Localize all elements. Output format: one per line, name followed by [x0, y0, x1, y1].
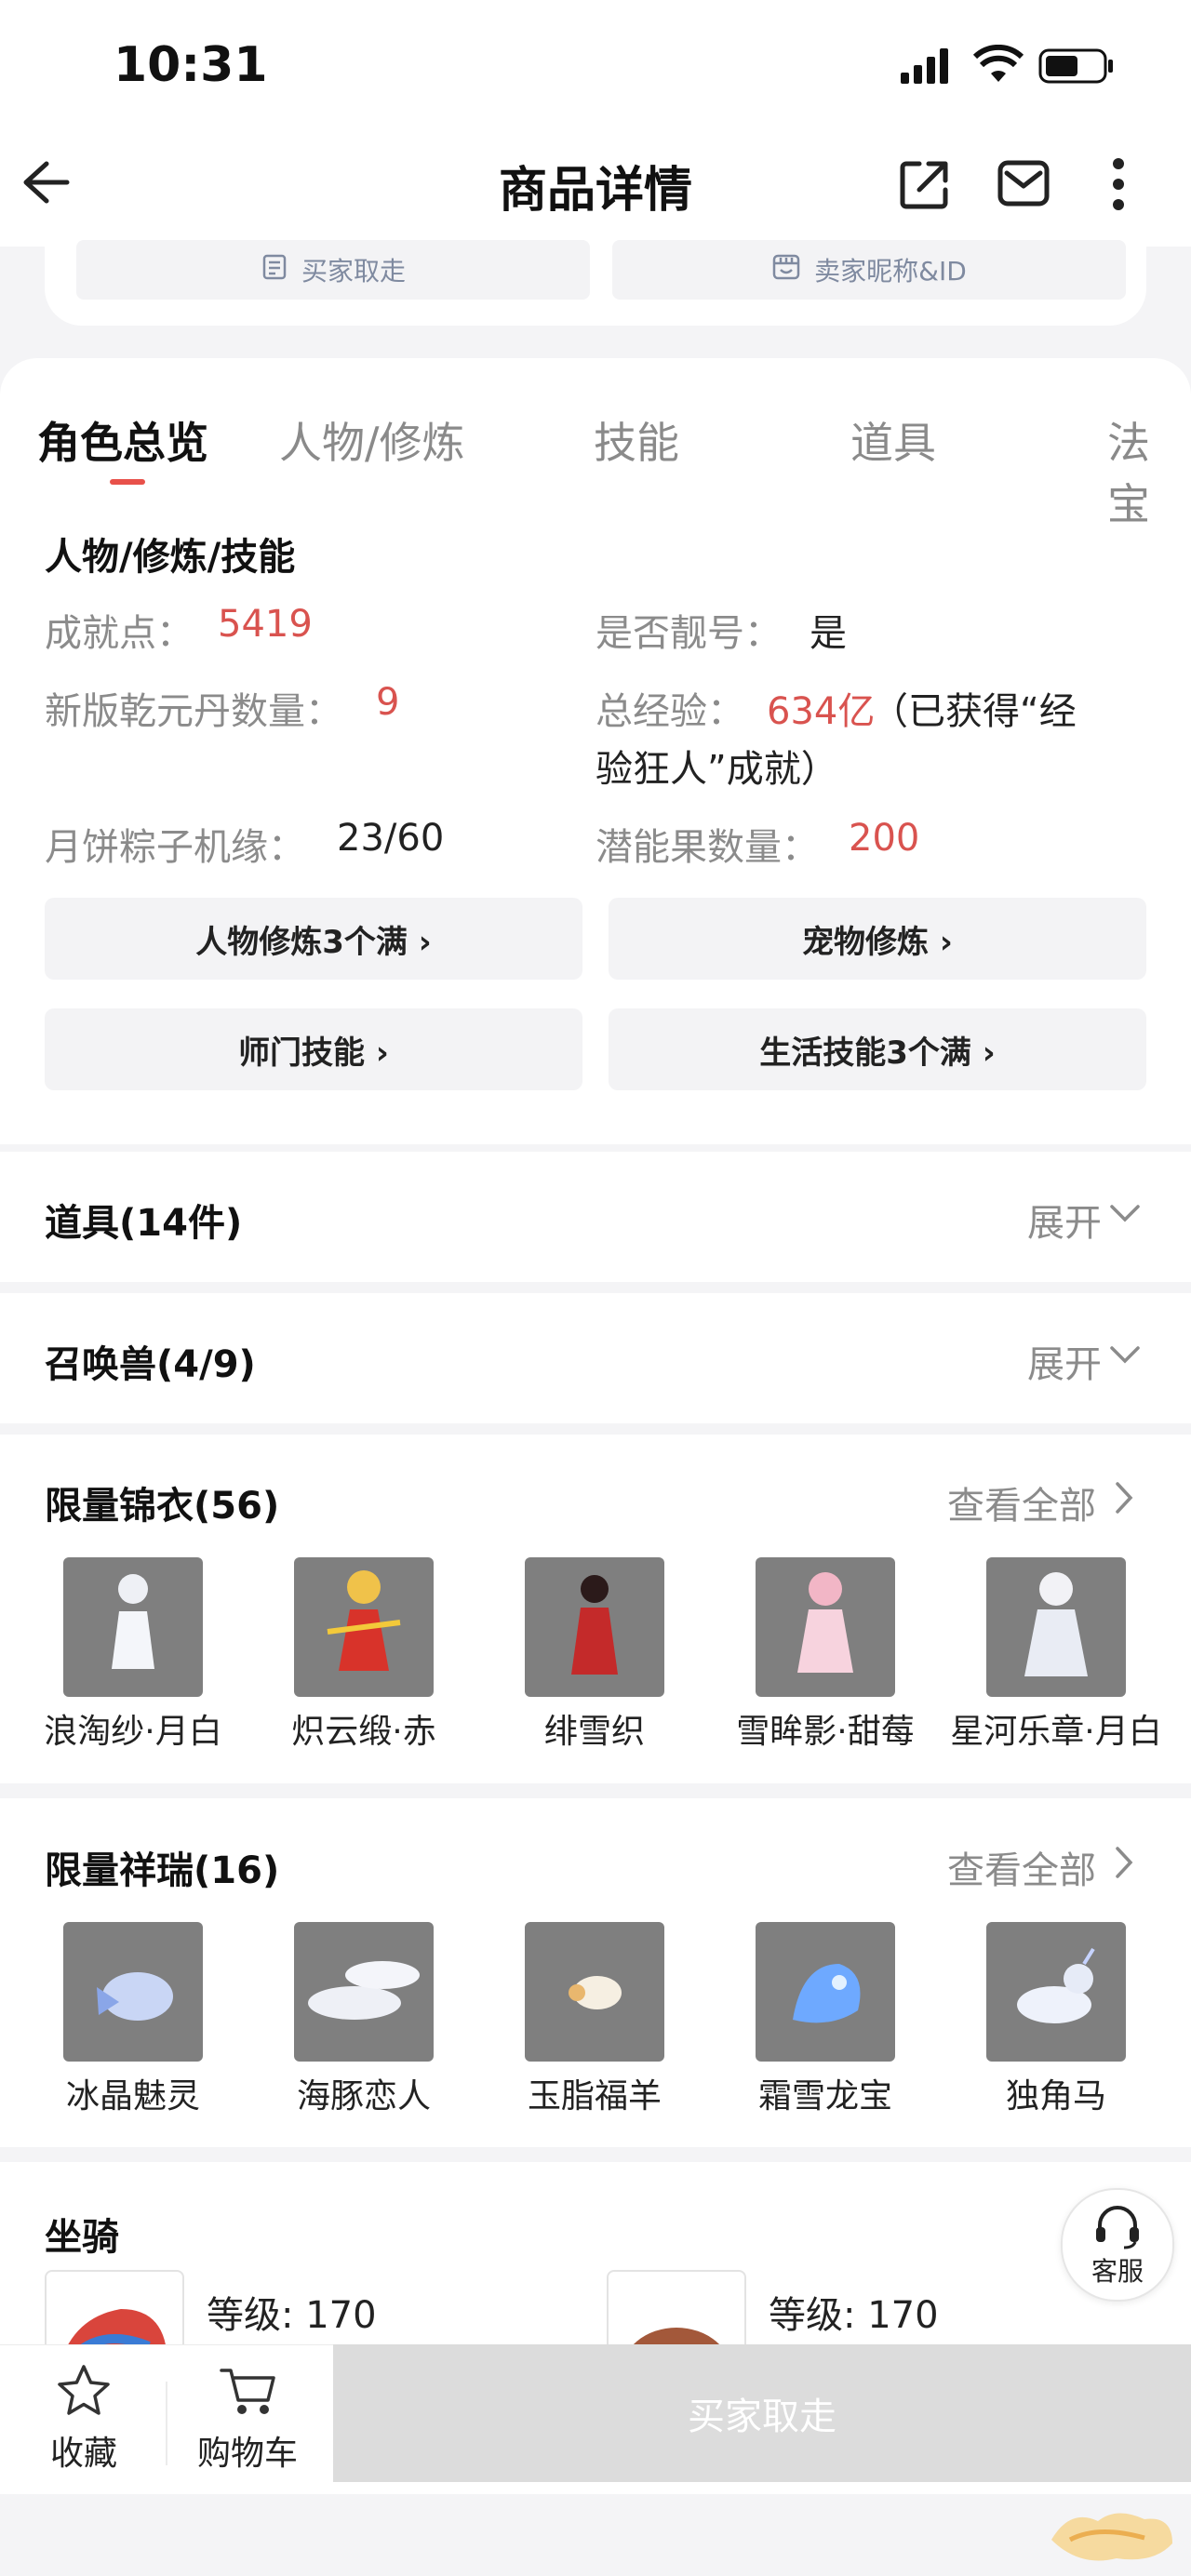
- achievement-label: 成就点：: [45, 612, 194, 655]
- auspicious-thumb[interactable]: [63, 1922, 203, 2062]
- mooncake-label: 月饼粽子机缘：: [45, 826, 305, 869]
- outfit-name: 绯雪织: [543, 1713, 645, 1751]
- potential-value: 200: [849, 817, 920, 860]
- signal-icon: [901, 47, 949, 87]
- cart-button[interactable]: 购物车: [182, 2359, 313, 2473]
- life-skills-button[interactable]: 生活技能3个满 ›: [609, 1008, 1146, 1090]
- pet-cultivation-button[interactable]: 宠物修炼 ›: [609, 898, 1146, 980]
- auspicious-thumb[interactable]: [756, 1922, 895, 2062]
- divider: [166, 2382, 167, 2465]
- headset-icon: [1092, 2203, 1143, 2253]
- message-icon[interactable]: [997, 160, 1050, 210]
- total-exp-note-cont: 验狂人”成就）: [596, 748, 838, 791]
- mount-level: 等级: 170: [769, 2294, 939, 2337]
- total-exp-value: 634亿: [767, 690, 876, 733]
- status-time: 10:31: [114, 37, 268, 93]
- outfit-thumb[interactable]: [986, 1557, 1126, 1697]
- chevron-down-icon: [1109, 1345, 1141, 1368]
- auspicious-name: 海豚恋人: [296, 2077, 431, 2116]
- favorite-button[interactable]: 收藏: [28, 2359, 140, 2473]
- outfit-name: 星河乐章·月白: [950, 1713, 1162, 1751]
- items-expand[interactable]: 展开: [1027, 1193, 1102, 1247]
- chevron-right-icon: [1115, 1846, 1133, 1883]
- section-title-stats: 人物/修炼/技能: [45, 536, 296, 579]
- more-icon[interactable]: [1107, 156, 1130, 216]
- tab-magic-treasure[interactable]: 法宝: [1107, 409, 1191, 532]
- tab-character-cultivation[interactable]: 人物/修炼: [279, 409, 465, 471]
- star-icon: [56, 2363, 112, 2421]
- favorite-label: 收藏: [49, 2435, 117, 2473]
- chevron-right-icon: [1115, 1481, 1133, 1518]
- total-exp-label: 总经验：: [596, 690, 744, 733]
- buyer-pickup-label: 买家取走: [301, 256, 406, 287]
- potential-label: 潜能果数量：: [596, 826, 819, 869]
- seller-nickname-button[interactable]: 卖家昵称&ID: [612, 240, 1126, 300]
- customer-service-button[interactable]: 客服: [1061, 2188, 1174, 2302]
- outfits-title: 限量锦衣(56): [45, 1485, 280, 1528]
- outfit-name: 浪淘纱·月白: [44, 1713, 222, 1751]
- outfit-thumb[interactable]: [525, 1557, 664, 1697]
- auspicious-thumb[interactable]: [986, 1922, 1126, 2062]
- items-title: 道具(14件): [45, 1202, 243, 1245]
- battery-icon: [1038, 48, 1115, 87]
- character-cultivation-button[interactable]: 人物修炼3个满 ›: [45, 898, 582, 980]
- auspicious-name: 玉脂福羊: [527, 2077, 662, 2116]
- qianyuan-value: 9: [376, 681, 400, 724]
- auspicious-title: 限量祥瑞(16): [45, 1849, 280, 1892]
- pets-expand[interactable]: 展开: [1027, 1334, 1102, 1388]
- mooncake-value: 23/60: [337, 817, 445, 860]
- customer-service-label: 客服: [1091, 2256, 1144, 2287]
- sect-skills-button[interactable]: 师门技能 ›: [45, 1008, 582, 1090]
- auspicious-name: 独角马: [1005, 2077, 1106, 2116]
- outfits-view-all[interactable]: 查看全部: [947, 1475, 1096, 1529]
- auspicious-view-all[interactable]: 查看全部: [947, 1840, 1096, 1894]
- outfit-thumb[interactable]: [756, 1557, 895, 1697]
- outfit-thumb[interactable]: [294, 1557, 434, 1697]
- pets-title: 召唤兽(4/9): [45, 1343, 256, 1386]
- buyer-pickup-button[interactable]: 买家取走: [76, 240, 590, 300]
- mounts-title: 坐骑: [45, 2216, 119, 2259]
- pretty-account-label: 是否靓号：: [596, 612, 782, 655]
- watermark-logo: [1042, 2503, 1182, 2569]
- qianyuan-label: 新版乾元丹数量：: [45, 690, 342, 733]
- outfit-name: 炽云缎·赤: [291, 1713, 436, 1751]
- achievement-value: 5419: [218, 603, 313, 646]
- wifi-icon: [972, 44, 1024, 87]
- cart-icon: [220, 2365, 277, 2421]
- outfit-name: 雪眸影·甜莓: [736, 1713, 915, 1751]
- total-exp-note: （已获得“经: [871, 690, 1077, 733]
- buy-button[interactable]: 买家取走: [333, 2344, 1191, 2482]
- share-icon[interactable]: [899, 158, 951, 214]
- cart-label: 购物车: [196, 2435, 298, 2473]
- seller-nickname-label: 卖家昵称&ID: [814, 256, 967, 287]
- tab-skills[interactable]: 技能: [594, 409, 679, 471]
- outfit-thumb[interactable]: [63, 1557, 203, 1697]
- auspicious-thumb[interactable]: [525, 1922, 664, 2062]
- active-tab-indicator: [110, 479, 145, 485]
- chevron-down-icon: [1109, 1204, 1141, 1226]
- auspicious-name: 霜雪龙宝: [757, 2077, 892, 2116]
- mount-level: 等级: 170: [207, 2294, 377, 2337]
- auspicious-thumb[interactable]: [294, 1922, 434, 2062]
- auspicious-name: 冰晶魅灵: [65, 2077, 200, 2116]
- store-icon: [771, 253, 801, 287]
- tab-items[interactable]: 道具: [850, 409, 936, 471]
- tab-overview[interactable]: 角色总览: [37, 409, 208, 471]
- pretty-account-value: 是: [810, 612, 847, 655]
- list-doc-icon: [261, 253, 288, 287]
